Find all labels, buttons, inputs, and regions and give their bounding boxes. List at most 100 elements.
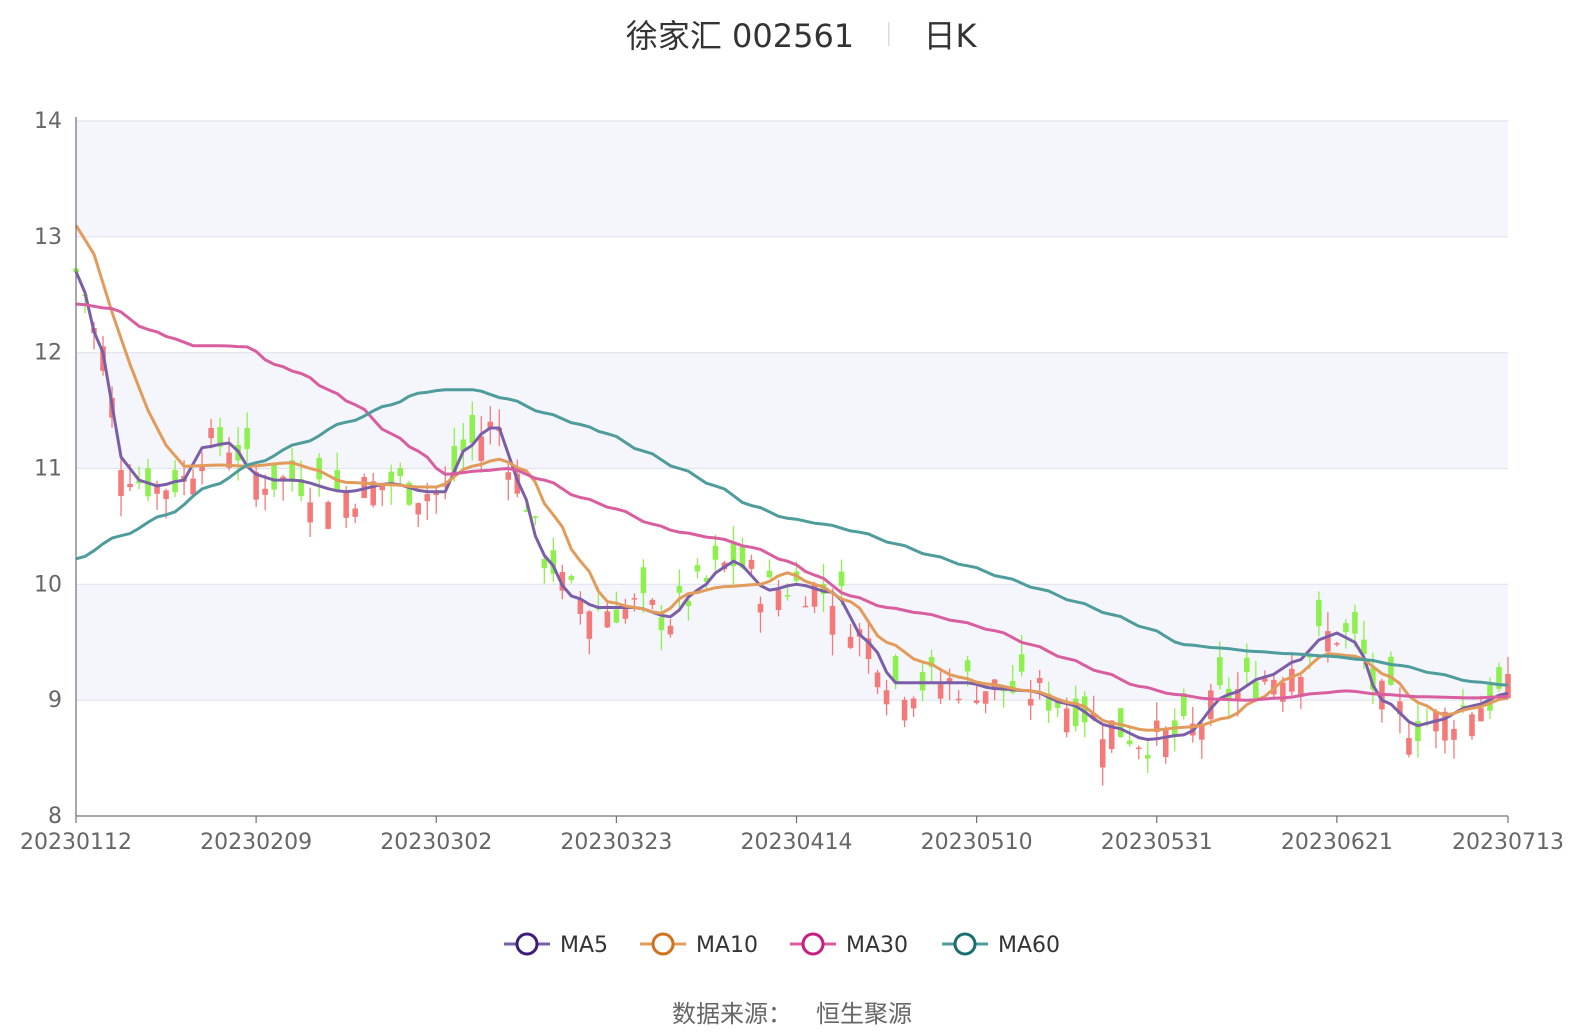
candle-body <box>208 427 214 439</box>
legend-label: MA10 <box>696 933 758 958</box>
legend-label: MA60 <box>998 933 1060 958</box>
candle <box>190 469 196 497</box>
candle-body <box>1316 599 1322 627</box>
candle-body <box>1388 656 1394 685</box>
x-tick-label: 20230323 <box>560 830 672 855</box>
candle <box>1451 719 1457 759</box>
candle-body <box>874 672 881 688</box>
candle <box>901 696 908 728</box>
candle-body <box>937 684 944 699</box>
legend-item-ma30[interactable]: MA30 <box>790 932 908 958</box>
x-tick-label: 20230510 <box>921 830 1033 855</box>
x-tick-label: 20230414 <box>741 830 853 855</box>
candle-body <box>307 502 313 523</box>
candle-body <box>919 672 926 691</box>
candle-body <box>973 700 980 704</box>
candle-body <box>1406 738 1412 755</box>
candle-body <box>757 603 764 613</box>
candle-body <box>505 472 512 480</box>
candle-body <box>838 571 845 587</box>
candle-body <box>1036 677 1043 683</box>
candle-body <box>847 636 854 648</box>
candle <box>1144 740 1151 774</box>
legend-marker <box>651 932 675 956</box>
candle <box>370 472 376 508</box>
chart-title: 徐家汇 002561 <box>626 17 854 55</box>
candle-body <box>613 609 620 623</box>
candle <box>1433 708 1439 749</box>
candle-body <box>424 494 431 502</box>
candle-body <box>667 625 674 635</box>
candle-body <box>271 463 277 490</box>
candle <box>982 691 989 714</box>
candle <box>766 559 773 579</box>
candle-body <box>955 698 962 701</box>
candle-body <box>1199 725 1205 740</box>
candle <box>748 554 755 574</box>
candle-body <box>532 516 539 518</box>
candle-body <box>244 428 250 449</box>
candle-body <box>712 545 719 560</box>
candle-body <box>1451 728 1457 740</box>
legend[interactable]: MA5 MA10 MA30 MA60 <box>504 932 1060 958</box>
candle-body <box>568 575 575 580</box>
candle-body <box>190 478 196 495</box>
candle-body <box>1343 623 1349 633</box>
candle <box>1298 675 1304 709</box>
candle <box>694 558 701 579</box>
candle-body <box>1099 739 1106 768</box>
candle <box>712 534 719 571</box>
candle-body <box>352 508 358 517</box>
candle <box>1171 708 1178 752</box>
candle-body <box>1478 708 1484 722</box>
candle-body <box>397 467 404 477</box>
candle <box>1469 711 1475 740</box>
candle-body <box>1027 698 1034 706</box>
candle-body <box>1135 747 1142 750</box>
candle <box>910 696 917 718</box>
candle-body <box>343 491 349 518</box>
legend-marker <box>953 932 977 956</box>
candles <box>73 266 1511 786</box>
y-tick-label: 10 <box>34 572 62 597</box>
candle-body <box>901 699 908 721</box>
chart-stage: 徐家汇 002561 日K 8 9 10 11 12 13 14 20230112 202302… <box>0 0 1590 1034</box>
y-tick-label: 12 <box>34 341 62 366</box>
x-tick-label: 20230209 <box>200 830 312 855</box>
candle-body <box>1289 668 1295 692</box>
source-value: 恒生聚源 <box>816 1000 912 1028</box>
legend-marker <box>801 932 825 956</box>
legend-item-ma60[interactable]: MA60 <box>942 932 1060 958</box>
candle-body <box>1244 657 1250 673</box>
candle-body <box>649 599 656 605</box>
legend-marker <box>515 932 539 956</box>
candle <box>1162 726 1169 764</box>
candle-body <box>1126 740 1133 745</box>
chart-subtitle: 日K <box>924 17 978 55</box>
candle-body <box>802 605 809 608</box>
candle-body <box>910 698 917 709</box>
title-separator <box>888 22 890 46</box>
plot-background <box>76 121 1508 701</box>
candle-body <box>469 414 476 444</box>
candle-body <box>1018 654 1025 672</box>
candle-body <box>1469 714 1475 737</box>
candle-body <box>892 655 899 682</box>
candle-body <box>163 490 169 500</box>
candle-body <box>1352 612 1358 634</box>
candle <box>1126 727 1133 747</box>
legend-label: MA30 <box>846 933 908 958</box>
candle <box>1190 707 1196 743</box>
candle-body <box>676 585 683 593</box>
candle-body <box>316 457 322 480</box>
candle <box>550 537 557 583</box>
candle <box>1406 721 1412 758</box>
legend-item-ma5[interactable]: MA5 <box>504 932 608 958</box>
candle-body <box>775 590 782 611</box>
legend-item-ma10[interactable]: MA10 <box>640 932 758 958</box>
candle-body <box>1063 708 1070 733</box>
candle-body <box>883 690 890 705</box>
y-tick-label: 11 <box>34 457 62 482</box>
candle-body <box>694 565 701 572</box>
candle-body <box>829 605 836 635</box>
